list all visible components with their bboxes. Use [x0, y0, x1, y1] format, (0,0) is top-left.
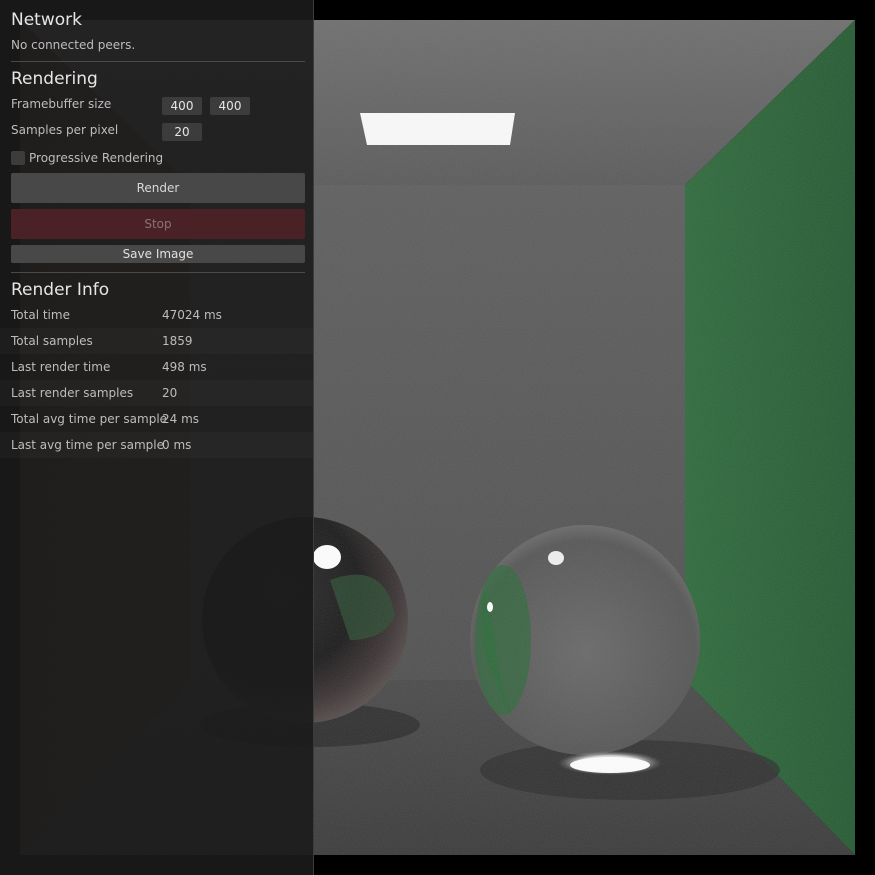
progressive-rendering-label[interactable]: Progressive Rendering [29, 151, 163, 165]
info-label: Last render time [11, 360, 111, 374]
samples-per-pixel-label: Samples per pixel [11, 123, 119, 137]
separator [11, 61, 305, 62]
info-value: 20 [162, 386, 178, 400]
info-value: 0 ms [162, 438, 192, 452]
stop-button[interactable]: Stop [11, 209, 305, 239]
render-button[interactable]: Render [11, 173, 305, 203]
app-window: Network No connected peers. Rendering Fr… [0, 0, 875, 875]
control-panel: Network No connected peers. Rendering Fr… [0, 0, 314, 875]
info-label: Last avg time per sample [11, 438, 164, 452]
info-value: 47024 ms [162, 308, 222, 322]
render-info-heading: Render Info [11, 280, 110, 300]
framebuffer-size-label: Framebuffer size [11, 97, 112, 111]
info-label: Last render samples [11, 386, 134, 400]
framebuffer-width-input[interactable]: 400 [162, 97, 202, 115]
info-row-total-avg-time: Total avg time per sample 24 ms [0, 406, 313, 432]
info-row-last-avg-time: Last avg time per sample 0 ms [0, 432, 313, 458]
samples-per-pixel-input[interactable]: 20 [162, 123, 202, 141]
info-value: 24 ms [162, 412, 200, 426]
info-row-total-samples: Total samples 1859 [0, 328, 313, 354]
rendering-heading: Rendering [11, 69, 98, 89]
info-value: 1859 [162, 334, 193, 348]
progressive-rendering-checkbox[interactable] [11, 151, 25, 165]
network-status: No connected peers. [11, 38, 136, 52]
info-label: Total avg time per sample [11, 412, 168, 426]
info-value: 498 ms [162, 360, 207, 374]
info-row-last-render-time: Last render time 498 ms [0, 354, 313, 380]
network-heading: Network [11, 10, 82, 30]
info-row-last-render-samples: Last render samples 20 [0, 380, 313, 406]
info-label: Total samples [11, 334, 93, 348]
save-image-button[interactable]: Save Image [11, 245, 305, 263]
separator [11, 272, 305, 273]
info-row-total-time: Total time 47024 ms [0, 302, 313, 328]
info-label: Total time [11, 308, 70, 322]
framebuffer-height-input[interactable]: 400 [210, 97, 250, 115]
